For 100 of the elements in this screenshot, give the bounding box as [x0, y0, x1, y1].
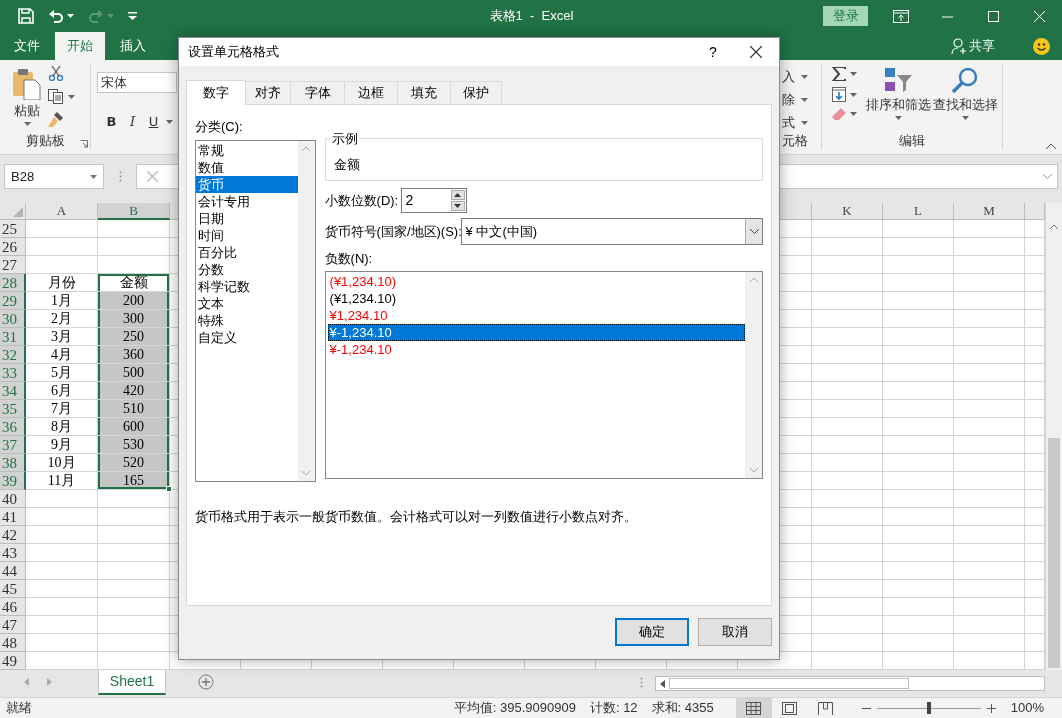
maximize-icon[interactable] — [987, 10, 999, 22]
zoom-slider[interactable] — [876, 702, 981, 714]
row-header[interactable]: 27 — [0, 256, 26, 274]
dropdown-chevron-icon[interactable] — [749, 229, 759, 234]
row-header[interactable]: 30 — [0, 310, 26, 328]
decimal-places-spinner[interactable]: 2 — [400, 188, 467, 213]
horizontal-scrollbar[interactable] — [655, 676, 1045, 691]
scroll-up-icon[interactable] — [1050, 224, 1058, 229]
row-header[interactable]: 26 — [0, 238, 26, 256]
category-item[interactable]: 货币 — [196, 176, 298, 193]
dialog-launcher-icon[interactable] — [80, 140, 88, 148]
column-header[interactable]: L — [883, 203, 954, 220]
ribbon-tab[interactable]: 文件 — [2, 32, 52, 60]
row-header[interactable]: 39 — [0, 472, 26, 490]
zoom-in-icon[interactable] — [986, 703, 996, 713]
row-header[interactable]: 33 — [0, 364, 26, 382]
row-header[interactable]: 42 — [0, 526, 26, 544]
paste-button[interactable]: 粘贴 — [12, 64, 42, 131]
currency-dropdown[interactable]: ¥ 中文(中国) — [460, 218, 763, 245]
cells-menu-button[interactable]: 除 — [782, 91, 821, 108]
row-header[interactable]: 25 — [0, 220, 26, 238]
save-icon[interactable] — [18, 8, 34, 24]
category-item[interactable]: 数值 — [196, 159, 298, 176]
grip-icon[interactable] — [639, 676, 643, 688]
row-header[interactable]: 37 — [0, 436, 26, 454]
grip-icon[interactable] — [118, 171, 122, 182]
negative-number-list[interactable]: (¥1,234.10) (¥1,234.10) ¥1,234.10 ¥-1,234.10 ¥-1,234.10 — [324, 271, 763, 479]
category-item[interactable]: 科学记数 — [196, 278, 298, 295]
column-header[interactable]: K — [812, 203, 883, 220]
add-sheet-icon[interactable] — [198, 674, 214, 690]
bold-button[interactable]: B — [103, 112, 120, 132]
row-header[interactable]: 41 — [0, 508, 26, 526]
category-list[interactable]: 常规 数值 货币 会计专用 日期 时间 百分比 分数 科学记数 文本 特殊 自定义 — [195, 140, 316, 482]
ribbon-tab[interactable]: 开始 — [55, 32, 105, 60]
format-option[interactable]: ¥-1,234.10 — [327, 341, 745, 358]
category-item[interactable]: 特殊 — [196, 312, 298, 329]
cells-menu-button[interactable]: 入 — [782, 68, 821, 85]
row-header[interactable]: 44 — [0, 562, 26, 580]
view-button[interactable] — [735, 698, 772, 718]
sign-in-button[interactable]: 登录 — [823, 6, 868, 26]
scroll-thumb[interactable] — [669, 678, 909, 689]
underline-button[interactable]: U — [145, 112, 162, 132]
ribbon-display-icon[interactable] — [893, 9, 909, 23]
row-header[interactable]: 35 — [0, 400, 26, 418]
row-header[interactable]: 28 — [0, 274, 26, 292]
category-item[interactable]: 分数 — [196, 261, 298, 278]
scroll-left-icon[interactable] — [660, 679, 665, 688]
row-header[interactable]: 48 — [0, 634, 26, 652]
category-item[interactable]: 百分比 — [196, 244, 298, 261]
share-button[interactable]: 共享 — [951, 32, 995, 60]
row-header[interactable]: 46 — [0, 598, 26, 616]
row-header[interactable]: 32 — [0, 346, 26, 364]
zoom-level[interactable]: 100% — [1010, 698, 1044, 718]
ribbon-tab[interactable]: 插入 — [108, 32, 158, 60]
row-header[interactable]: 31 — [0, 328, 26, 346]
row-header[interactable]: 38 — [0, 454, 26, 472]
row-header[interactable]: 47 — [0, 616, 26, 634]
scissors-icon[interactable] — [48, 66, 64, 81]
find-select-button[interactable]: 查找和选择 — [934, 64, 996, 131]
dialog-button[interactable]: 确定 — [615, 618, 689, 646]
column-header[interactable]: M — [954, 203, 1025, 220]
format-option[interactable]: ¥-1,234.10 — [327, 324, 745, 341]
help-button[interactable]: ? — [693, 38, 733, 66]
column-header[interactable]: B — [98, 203, 170, 220]
dialog-button[interactable]: 取消 — [698, 618, 772, 646]
row-header[interactable]: 34 — [0, 382, 26, 400]
fill-handle[interactable] — [166, 486, 172, 492]
category-item[interactable]: 自定义 — [196, 329, 298, 346]
format-painter-icon[interactable] — [48, 112, 64, 127]
category-item[interactable]: 时间 — [196, 227, 298, 244]
dialog-tab[interactable]: 保护 — [450, 81, 502, 104]
scroll-thumb[interactable] — [1048, 438, 1060, 668]
row-header[interactable]: 29 — [0, 292, 26, 310]
format-option[interactable]: (¥1,234.10) — [327, 290, 745, 307]
cells-menu-button[interactable]: 式 — [782, 114, 821, 131]
dialog-tab[interactable]: 数字 — [186, 80, 246, 105]
spin-up-icon[interactable] — [454, 193, 462, 197]
customize-icon[interactable] — [128, 12, 137, 20]
row-header[interactable]: 49 — [0, 652, 26, 670]
category-item[interactable]: 文本 — [196, 295, 298, 312]
sheet-tab[interactable]: Sheet1 — [98, 670, 166, 695]
category-item[interactable]: 会计专用 — [196, 193, 298, 210]
format-option[interactable]: (¥1,234.10) — [327, 273, 745, 290]
collapse-ribbon-icon[interactable] — [1046, 143, 1056, 149]
name-box[interactable]: B28 — [4, 164, 104, 189]
category-item[interactable]: 日期 — [196, 210, 298, 227]
close-icon[interactable] — [750, 46, 762, 58]
italic-button[interactable]: I — [124, 112, 141, 132]
zoom-thumb[interactable] — [926, 702, 931, 714]
copy-icon[interactable] — [48, 89, 64, 104]
row-header[interactable]: 40 — [0, 490, 26, 508]
smiley-icon[interactable] — [1033, 37, 1050, 55]
font-name-field[interactable]: 宋体 — [97, 72, 177, 93]
row-header[interactable]: 43 — [0, 544, 26, 562]
undo-icon[interactable] — [48, 9, 64, 23]
fill-down-icon[interactable] — [832, 87, 846, 102]
format-option[interactable]: ¥1,234.10 — [327, 307, 745, 324]
column-header[interactable]: A — [26, 203, 98, 220]
category-item[interactable]: 常规 — [196, 142, 298, 159]
sum-icon[interactable] — [832, 67, 846, 81]
